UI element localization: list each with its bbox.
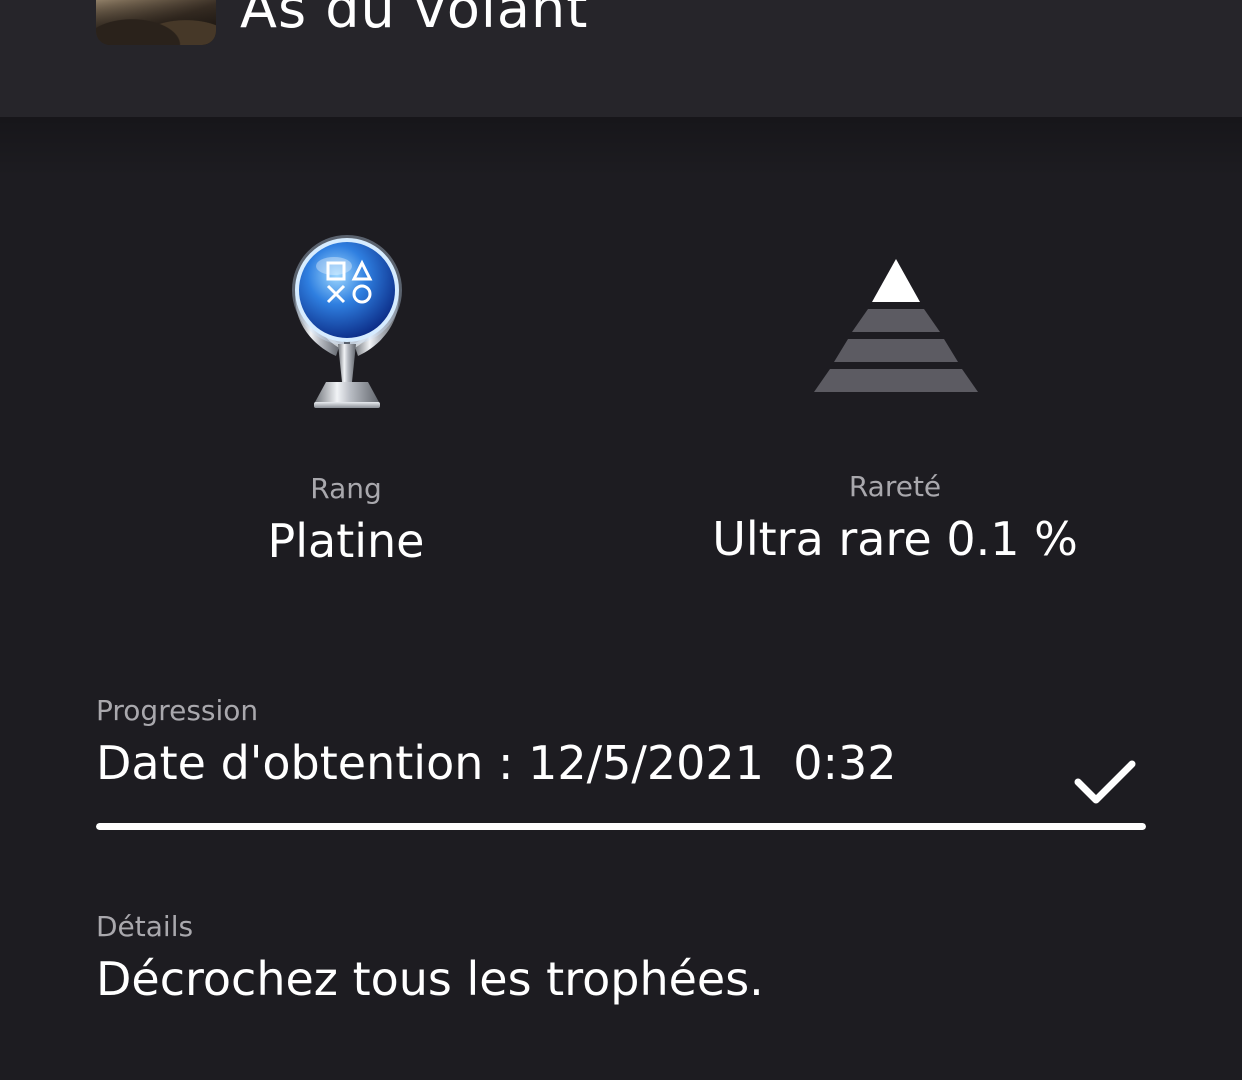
checkmark-icon <box>1074 758 1136 806</box>
progress-label: Progression <box>96 694 259 727</box>
rarity-label: Rareté <box>848 470 942 503</box>
platinum-trophy-icon <box>288 232 406 412</box>
game-title: As du volant <box>240 0 589 40</box>
progress-date: Date d'obtention : 12/5/2021 0:32 <box>96 736 897 790</box>
progress-bar-fill <box>96 823 1146 830</box>
rank-label: Rang <box>310 472 382 505</box>
ultra-rare-pyramid-icon <box>812 257 980 395</box>
game-thumbnail <box>96 0 216 45</box>
progress-bar <box>96 823 1146 830</box>
rank-value: Platine <box>267 514 425 568</box>
details-text: Décrochez tous les trophées. <box>96 952 764 1006</box>
rarity-value: Ultra rare 0.1 % <box>712 512 1078 566</box>
details-label: Détails <box>96 910 194 943</box>
header-shadow <box>0 117 1242 177</box>
